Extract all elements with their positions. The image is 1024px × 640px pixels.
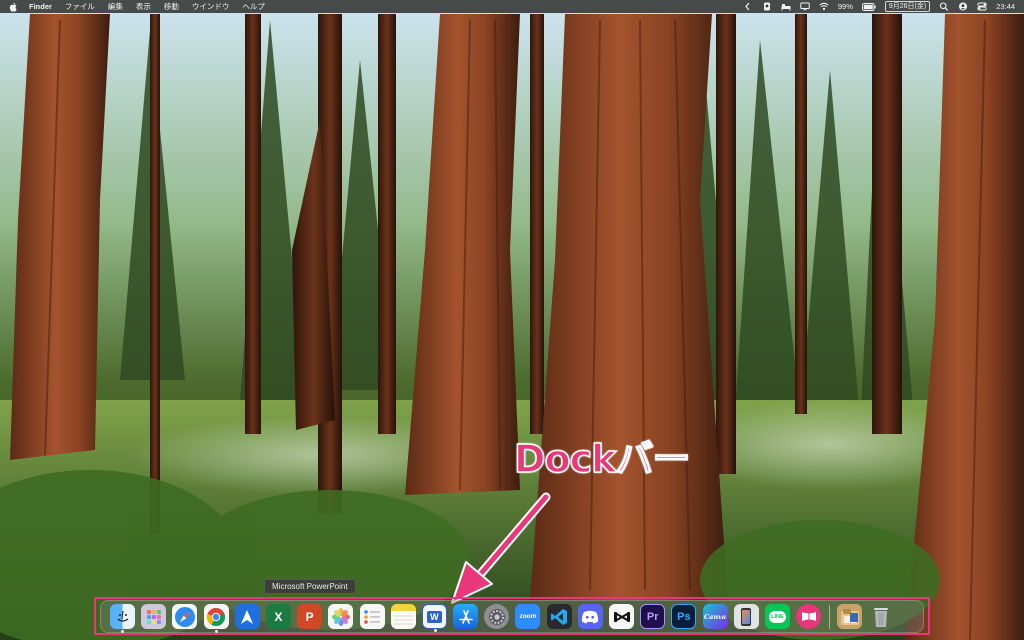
- monitor-icon[interactable]: [800, 2, 810, 11]
- menu-bar: Finder ファイル 編集 表示 移動 ウインドウ ヘルプ 99% 9月26日…: [0, 0, 1024, 13]
- date-text: 9月26日(金): [884, 1, 931, 12]
- menu-go[interactable]: 移動: [164, 0, 179, 13]
- battery-icon[interactable]: [861, 2, 876, 11]
- control-center-icon[interactable]: [977, 2, 987, 11]
- battery-percent: 99%: [837, 2, 853, 11]
- menu-app-name[interactable]: Finder: [29, 0, 52, 13]
- shield-icon[interactable]: [762, 2, 772, 11]
- dock-tooltip: Microsoft PowerPoint: [264, 579, 356, 594]
- menu-window[interactable]: ウインドウ: [192, 0, 230, 13]
- chevron-left-icon[interactable]: [743, 2, 753, 11]
- spotlight-icon[interactable]: [939, 2, 949, 11]
- desktop-wallpaper: [0, 0, 1024, 640]
- annotation-label: Dockバー: [513, 436, 691, 482]
- apple-menu-icon[interactable]: [9, 2, 18, 12]
- bed-icon[interactable]: [781, 2, 791, 11]
- clock-time[interactable]: 23:44: [996, 0, 1015, 13]
- menu-file[interactable]: ファイル: [65, 0, 95, 13]
- menu-edit[interactable]: 編集: [108, 0, 123, 13]
- dock-highlight-frame: [94, 597, 930, 635]
- date-display[interactable]: 9月26日(金): [884, 1, 931, 12]
- wifi-icon[interactable]: [819, 2, 829, 11]
- menu-help[interactable]: ヘルプ: [242, 0, 265, 13]
- user-icon[interactable]: [958, 2, 968, 11]
- menu-view[interactable]: 表示: [136, 0, 151, 13]
